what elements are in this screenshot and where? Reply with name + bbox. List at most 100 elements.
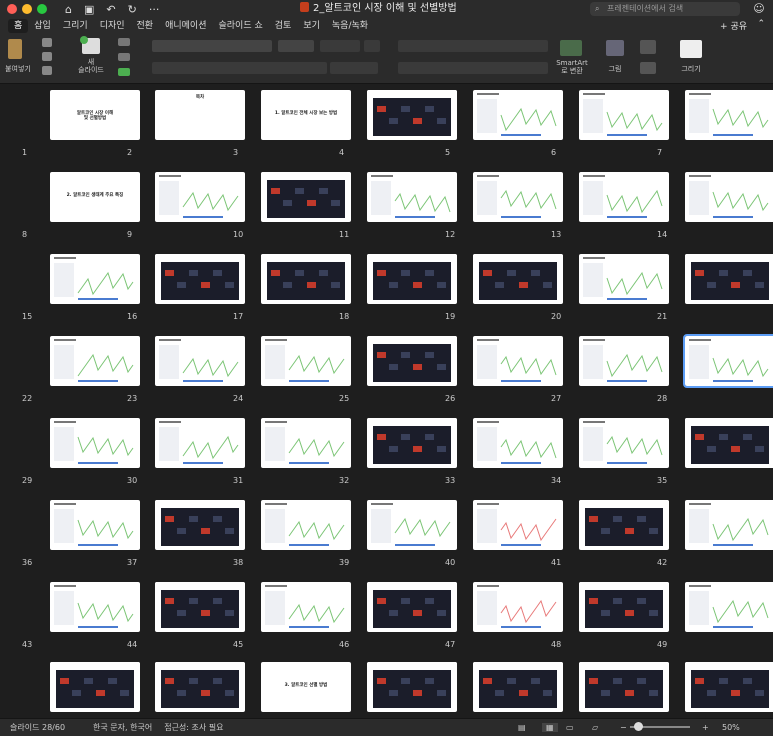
slide-sorter-view-icon[interactable]: ▦	[542, 723, 558, 732]
slide-thumbnail[interactable]	[685, 500, 773, 550]
account-icon[interactable]: ☺	[752, 2, 766, 16]
slide-thumbnail[interactable]	[685, 172, 773, 222]
tab-8[interactable]: 검토	[269, 19, 298, 33]
slide-thumbnail[interactable]	[685, 90, 773, 140]
slide-thumbnail[interactable]	[261, 418, 351, 468]
slide-thumbnail[interactable]	[155, 582, 245, 632]
layout-icon[interactable]	[118, 38, 130, 46]
slide-thumbnail[interactable]	[50, 254, 140, 304]
slide-thumbnail[interactable]: 알트코인 시장 이해 및 선별방법	[50, 90, 140, 140]
font-name-select[interactable]	[152, 40, 272, 52]
slide-thumbnail[interactable]	[261, 582, 351, 632]
slide-thumbnail[interactable]	[155, 336, 245, 386]
highlight-color-buttons[interactable]	[330, 62, 378, 74]
slide-thumbnail[interactable]	[473, 662, 563, 712]
share-button[interactable]: + 공유	[720, 19, 747, 32]
zoom-in-icon[interactable]: +	[702, 723, 709, 732]
undo-icon[interactable]: ↶	[106, 4, 115, 15]
draw-icon[interactable]	[680, 40, 702, 58]
slide-thumbnail[interactable]	[579, 336, 669, 386]
slide-thumbnail[interactable]	[50, 336, 140, 386]
slide-sorter[interactable]: 알트코인 시장 이해 및 선별방법 1 목차 2 1. 알트코인 전체 시장 보는 방법…	[0, 84, 773, 718]
slide-thumbnail[interactable]	[50, 582, 140, 632]
clear-format-icon[interactable]	[364, 40, 380, 52]
slide-thumbnail[interactable]	[155, 662, 245, 712]
slide-thumbnail[interactable]	[579, 500, 669, 550]
minimize-window-button[interactable]	[22, 4, 32, 14]
slide-thumbnail[interactable]	[50, 418, 140, 468]
redo-icon[interactable]: ↻	[128, 4, 137, 15]
slide-thumbnail[interactable]	[155, 418, 245, 468]
slide-thumbnail[interactable]	[579, 418, 669, 468]
tab-4[interactable]: 디자인	[94, 19, 131, 33]
alignment-buttons[interactable]	[398, 62, 548, 74]
slide-thumbnail[interactable]	[579, 172, 669, 222]
section-icon[interactable]	[118, 68, 130, 76]
reading-view-icon[interactable]: ▭	[566, 723, 574, 732]
zoom-out-icon[interactable]: −	[620, 723, 627, 732]
language-status[interactable]: 한국 문자, 한국어	[93, 722, 152, 733]
tab-6[interactable]: 애니메이션	[159, 19, 212, 33]
tab-3[interactable]: 그리기	[57, 19, 94, 33]
list-buttons[interactable]	[398, 40, 548, 52]
shapes-icon[interactable]	[640, 40, 656, 54]
slide-thumbnail[interactable]	[685, 582, 773, 632]
slide-thumbnail[interactable]	[50, 500, 140, 550]
tab-7[interactable]: 슬라이드 쇼	[213, 19, 269, 33]
slide-thumbnail[interactable]	[155, 500, 245, 550]
slide-thumbnail[interactable]: 3. 알트코인 선별 방법	[261, 662, 351, 712]
smartart-icon[interactable]	[560, 40, 582, 56]
slide-thumbnail[interactable]	[367, 172, 457, 222]
slide-thumbnail[interactable]	[367, 418, 457, 468]
more-icon[interactable]: ···	[149, 4, 160, 15]
paste-icon[interactable]	[8, 39, 22, 59]
slide-thumbnail[interactable]	[685, 418, 773, 468]
copy-icon[interactable]	[42, 52, 52, 61]
slideshow-view-icon[interactable]: ▱	[592, 723, 598, 732]
slide-thumbnail[interactable]	[473, 418, 563, 468]
slide-thumbnail[interactable]: 목차	[155, 90, 245, 140]
slide-thumbnail[interactable]	[473, 500, 563, 550]
slide-thumbnail[interactable]	[473, 582, 563, 632]
slide-thumbnail[interactable]	[473, 90, 563, 140]
slide-thumbnail[interactable]	[155, 172, 245, 222]
font-size-select[interactable]	[278, 40, 314, 52]
zoom-level[interactable]: 50%	[722, 723, 740, 732]
slide-thumbnail[interactable]	[473, 336, 563, 386]
close-window-button[interactable]	[7, 4, 17, 14]
slide-thumbnail[interactable]: 2. 알트코인 생태계 주요 특징	[50, 172, 140, 222]
slide-thumbnail[interactable]	[579, 662, 669, 712]
slide-thumbnail[interactable]	[367, 254, 457, 304]
slide-thumbnail[interactable]	[261, 172, 351, 222]
slide-thumbnail[interactable]	[579, 254, 669, 304]
tab-9[interactable]: 보기	[297, 19, 326, 33]
slide-thumbnail[interactable]	[579, 90, 669, 140]
slide-thumbnail[interactable]	[683, 334, 773, 388]
slide-thumbnail[interactable]: 1. 알트코인 전체 시장 보는 방법	[261, 90, 351, 140]
slide-thumbnail[interactable]	[50, 662, 140, 712]
slide-thumbnail[interactable]	[685, 662, 773, 712]
slide-thumbnail[interactable]	[367, 336, 457, 386]
slide-thumbnail[interactable]	[155, 254, 245, 304]
zoom-slider-handle[interactable]	[634, 722, 643, 731]
slide-thumbnail[interactable]	[367, 662, 457, 712]
search-box[interactable]: ⌕ 프레젠테이션에서 검색	[590, 2, 740, 16]
save-icon[interactable]: ▣	[84, 4, 94, 15]
arrange-icon[interactable]	[640, 62, 656, 74]
format-painter-icon[interactable]	[42, 66, 52, 75]
slide-thumbnail[interactable]	[685, 254, 773, 304]
zoom-window-button[interactable]	[37, 4, 47, 14]
font-size-buttons[interactable]	[320, 40, 360, 52]
tab-5[interactable]: 전환	[131, 19, 160, 33]
slide-thumbnail[interactable]	[367, 582, 457, 632]
slide-thumbnail[interactable]	[261, 254, 351, 304]
home-icon[interactable]: ⌂	[65, 4, 72, 15]
slide-thumbnail[interactable]	[473, 254, 563, 304]
accessibility-status[interactable]: 접근성: 조사 필요	[164, 722, 223, 733]
slide-thumbnail[interactable]	[579, 582, 669, 632]
ribbon-collapse-icon[interactable]: ⌃	[757, 19, 765, 29]
slide-thumbnail[interactable]	[367, 90, 457, 140]
normal-view-icon[interactable]: ▤	[518, 723, 526, 732]
slide-thumbnail[interactable]	[367, 500, 457, 550]
slide-thumbnail[interactable]	[261, 500, 351, 550]
